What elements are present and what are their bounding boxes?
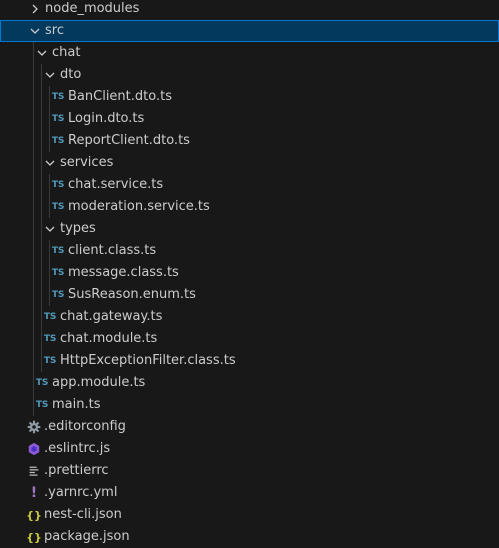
typescript-icon: TS <box>51 92 65 102</box>
typescript-icon: TS <box>43 312 57 322</box>
typescript-icon: TS <box>51 136 65 146</box>
tree-item-moderation-service[interactable]: TS moderation.service.ts <box>0 196 499 218</box>
typescript-icon: TS <box>35 378 49 388</box>
tree-item-label: types <box>60 221 96 236</box>
tree-item-dto[interactable]: dto <box>0 64 499 86</box>
tree-item-label: chat <box>52 45 81 60</box>
tree-item-app-module[interactable]: TS app.module.ts <box>0 372 499 394</box>
tree-item-label: SusReason.enum.ts <box>68 287 196 302</box>
tree-item-label: package.json <box>44 529 130 544</box>
tree-item-chat-service[interactable]: TS chat.service.ts <box>0 174 499 196</box>
file-explorer-tree: node_modules src chat dto TS BanClient.d… <box>0 0 499 548</box>
tree-item-package[interactable]: {} package.json <box>0 526 499 548</box>
prettier-icon <box>26 460 42 482</box>
tree-item-chat-gateway[interactable]: TS chat.gateway.ts <box>0 306 499 328</box>
chevron-down-icon <box>42 152 58 174</box>
tree-item-node-modules[interactable]: node_modules <box>0 0 499 20</box>
tree-item-label: .editorconfig <box>44 419 126 434</box>
tree-item-prettierrc[interactable]: .prettierrc <box>0 460 499 482</box>
tree-item-label: main.ts <box>52 397 101 412</box>
tree-item-src[interactable]: src <box>0 20 499 42</box>
tree-item-label: Login.dto.ts <box>68 111 145 126</box>
typescript-icon: TS <box>51 246 65 256</box>
typescript-icon: TS <box>43 356 57 366</box>
tree-item-label: ReportClient.dto.ts <box>68 133 190 148</box>
tree-item-login-dto[interactable]: TS Login.dto.ts <box>0 108 499 130</box>
chevron-down-icon <box>34 42 50 64</box>
tree-item-label: nest-cli.json <box>44 507 122 522</box>
tree-item-label: dto <box>60 67 82 82</box>
typescript-icon: TS <box>51 202 65 212</box>
chevron-down-icon <box>27 20 43 42</box>
json-icon: {} <box>26 530 42 544</box>
tree-item-label: src <box>45 23 64 38</box>
chevron-down-icon <box>42 218 58 240</box>
tree-item-eslintrc[interactable]: .eslintrc.js <box>0 438 499 460</box>
tree-item-banclient-dto[interactable]: TS BanClient.dto.ts <box>0 86 499 108</box>
tree-item-label: .yarnrc.yml <box>44 485 118 500</box>
tree-item-label: services <box>60 155 114 170</box>
json-icon: {} <box>26 508 42 522</box>
tree-item-nest-cli[interactable]: {} nest-cli.json <box>0 504 499 526</box>
tree-item-types[interactable]: types <box>0 218 499 240</box>
tree-item-main[interactable]: TS main.ts <box>0 394 499 416</box>
tree-item-label: chat.module.ts <box>60 331 158 346</box>
tree-item-services[interactable]: services <box>0 152 499 174</box>
tree-item-chat[interactable]: chat <box>0 42 499 64</box>
tree-item-editorconfig[interactable]: .editorconfig <box>0 416 499 438</box>
typescript-icon: TS <box>51 180 65 190</box>
tree-item-yarnrc[interactable]: ! .yarnrc.yml <box>0 482 499 504</box>
typescript-icon: TS <box>51 268 65 278</box>
chevron-down-icon <box>42 64 58 86</box>
tree-item-reportclient-dto[interactable]: TS ReportClient.dto.ts <box>0 130 499 152</box>
tree-item-chat-module[interactable]: TS chat.module.ts <box>0 328 499 350</box>
typescript-icon: TS <box>35 400 49 410</box>
tree-item-httpexceptionfilter-class[interactable]: TS HttpExceptionFilter.class.ts <box>0 350 499 372</box>
tree-item-label: chat.service.ts <box>68 177 164 192</box>
tree-item-label: moderation.service.ts <box>68 199 210 214</box>
tree-item-client-class[interactable]: TS client.class.ts <box>0 240 499 262</box>
typescript-icon: TS <box>51 290 65 300</box>
typescript-icon: TS <box>43 334 57 344</box>
eslint-icon <box>26 438 42 460</box>
typescript-icon: TS <box>51 114 65 124</box>
yaml-icon: ! <box>30 485 38 501</box>
tree-item-label: node_modules <box>45 1 140 16</box>
tree-item-label: HttpExceptionFilter.class.ts <box>60 353 236 368</box>
tree-item-label: .prettierrc <box>44 463 109 478</box>
tree-item-label: app.module.ts <box>52 375 146 390</box>
tree-item-label: client.class.ts <box>68 243 157 258</box>
tree-item-susreason-enum[interactable]: TS SusReason.enum.ts <box>0 284 499 306</box>
tree-item-label: BanClient.dto.ts <box>68 89 172 104</box>
gear-icon <box>26 416 42 438</box>
tree-item-message-class[interactable]: TS message.class.ts <box>0 262 499 284</box>
tree-item-label: .eslintrc.js <box>44 441 111 456</box>
tree-item-label: chat.gateway.ts <box>60 309 163 324</box>
chevron-right-icon <box>27 0 43 20</box>
tree-item-label: message.class.ts <box>68 265 179 280</box>
